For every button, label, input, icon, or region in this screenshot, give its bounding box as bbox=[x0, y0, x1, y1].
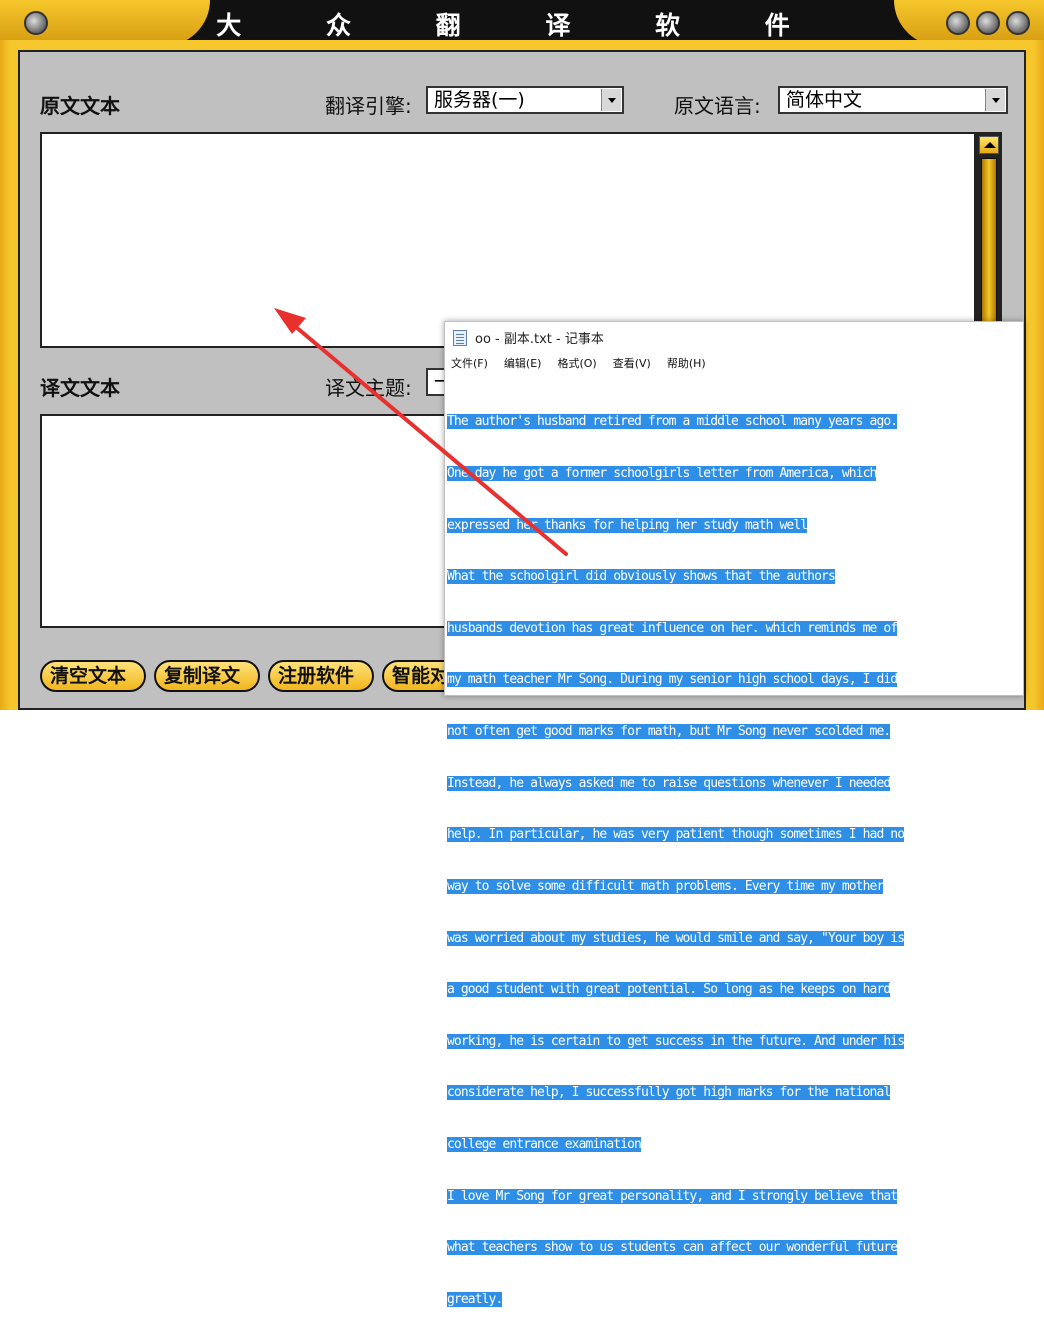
clear-text-button[interactable]: 清空文本 bbox=[40, 660, 146, 692]
text-line: working, he is certain to get success in… bbox=[447, 1033, 905, 1049]
copy-translation-button[interactable]: 复制译文 bbox=[154, 660, 260, 692]
text-line: husbands devotion has great influence on… bbox=[447, 620, 898, 636]
notepad-window: oo - 副本.txt - 记事本 文件(F) 编辑(E) 格式(O) 查看(V) 帮助… bbox=[444, 321, 1024, 1307]
notepad-text-area[interactable]: The author's husband retired from a midd… bbox=[447, 379, 1021, 1342]
source-text-area[interactable] bbox=[40, 132, 976, 348]
target-text-area[interactable] bbox=[40, 414, 480, 628]
text-line: help. In particular, he was very patient… bbox=[447, 827, 905, 843]
chevron-down-icon[interactable] bbox=[601, 89, 621, 111]
scroll-up-icon[interactable] bbox=[979, 136, 999, 154]
text-line: expressed her thanks for helping her stu… bbox=[447, 517, 808, 533]
chevron-down-icon[interactable] bbox=[985, 89, 1005, 111]
text-line: what teachers show to us students can af… bbox=[447, 1240, 898, 1256]
text-line: considerate help, I successfully got hig… bbox=[447, 1085, 891, 1101]
theme-label: 译文主题: bbox=[325, 376, 412, 400]
text-line: a good student with great potential. So … bbox=[447, 982, 891, 998]
text-line: Instead, he always asked me to raise que… bbox=[447, 775, 891, 791]
notepad-title-bar: oo - 副本.txt - 记事本 bbox=[445, 322, 1023, 352]
menu-edit[interactable]: 编辑(E) bbox=[504, 357, 542, 370]
language-select-value: 简体中文 bbox=[786, 89, 863, 111]
menu-file[interactable]: 文件(F) bbox=[451, 357, 488, 370]
engine-select-value: 服务器(一) bbox=[434, 89, 525, 111]
text-line: was worried about my studies, he would s… bbox=[447, 930, 905, 946]
notepad-icon bbox=[453, 330, 467, 346]
engine-label: 翻译引擎: bbox=[325, 94, 412, 118]
scroll-track[interactable] bbox=[981, 158, 997, 338]
menu-view[interactable]: 查看(V) bbox=[613, 357, 651, 370]
text-line: What the schoolgirl did obviously shows … bbox=[447, 569, 836, 585]
app-title: 大 众 翻 译 软 件 bbox=[216, 11, 828, 40]
language-select[interactable]: 简体中文 bbox=[778, 86, 1008, 114]
text-line: not often get good marks for math, but M… bbox=[447, 724, 891, 740]
menu-format[interactable]: 格式(O) bbox=[557, 357, 596, 370]
text-line: The author's husband retired from a midd… bbox=[447, 414, 898, 430]
notepad-title: oo - 副本.txt - 记事本 bbox=[475, 332, 604, 347]
menu-help[interactable]: 帮助(H) bbox=[667, 357, 706, 370]
text-line: way to solve some difficult math problem… bbox=[447, 878, 884, 894]
register-software-button[interactable]: 注册软件 bbox=[268, 660, 374, 692]
text-line: my math teacher Mr Song. During my senio… bbox=[447, 672, 898, 688]
source-scrollbar[interactable] bbox=[976, 132, 1002, 348]
engine-select[interactable]: 服务器(一) bbox=[426, 86, 624, 114]
text-line: I love Mr Song for great personality, an… bbox=[447, 1188, 898, 1204]
text-line: One day he got a former schoolgirls lett… bbox=[447, 466, 877, 482]
notepad-menu-bar: 文件(F) 编辑(E) 格式(O) 查看(V) 帮助(H) bbox=[451, 355, 722, 375]
language-label: 原文语言: bbox=[674, 94, 761, 118]
target-text-label: 译文文本 bbox=[40, 376, 120, 400]
text-line: college entrance examination bbox=[447, 1136, 642, 1152]
source-text-label: 原文文本 bbox=[40, 94, 120, 118]
text-line: greatly. bbox=[447, 1291, 503, 1307]
